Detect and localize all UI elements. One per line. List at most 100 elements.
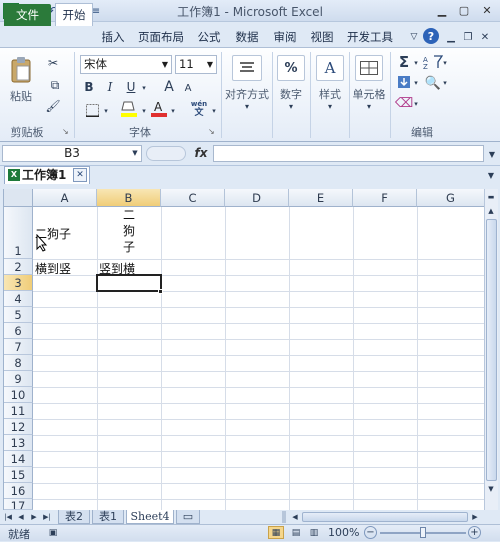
row-header-10[interactable]: 10 xyxy=(4,387,33,403)
border-icon[interactable] xyxy=(84,102,100,118)
italic-button[interactable]: I xyxy=(103,79,117,95)
border-dropdown-icon[interactable]: ▾ xyxy=(102,105,110,117)
col-header-g[interactable]: G xyxy=(417,189,484,207)
tab-data[interactable]: 数据 xyxy=(232,28,262,46)
vertical-scroll-thumb[interactable] xyxy=(486,219,497,481)
cell-a2[interactable]: 横到竖 xyxy=(35,260,71,277)
zoom-level[interactable]: 100% xyxy=(328,526,359,539)
font-name-combo[interactable]: 宋体 ▼ xyxy=(80,55,172,74)
help-icon[interactable]: ? xyxy=(423,28,439,44)
copy-icon[interactable]: ⧉ xyxy=(44,77,66,93)
alignment-dropdown-icon[interactable]: ▾ xyxy=(240,101,254,111)
formula-input[interactable] xyxy=(213,145,484,162)
next-sheet-icon[interactable]: ▶ xyxy=(29,511,39,523)
insert-function-button[interactable]: fx xyxy=(190,145,212,162)
close-window-icon[interactable]: ✕ xyxy=(478,3,496,18)
scroll-left-icon[interactable]: ◀ xyxy=(290,511,300,523)
wb-close-icon[interactable]: ✕ xyxy=(478,30,492,44)
insert-sheet-icon[interactable]: ▭ xyxy=(176,510,200,524)
workbook-list-icon[interactable]: ▼ xyxy=(484,168,498,182)
tab-review[interactable]: 审阅 xyxy=(270,28,300,46)
alignment-icon[interactable] xyxy=(232,55,262,81)
row-header-6[interactable]: 6 xyxy=(4,323,33,339)
sort-dropdown-icon[interactable]: ▾ xyxy=(441,58,449,68)
number-dropdown-icon[interactable]: ▾ xyxy=(284,101,298,111)
name-box[interactable]: B3 xyxy=(2,145,142,162)
row-header-1[interactable]: 1 xyxy=(4,207,33,259)
font-size-combo[interactable]: 11 ▼ xyxy=(175,55,217,74)
row-header-5[interactable]: 5 xyxy=(4,307,33,323)
fill-dropdown-icon[interactable]: ▾ xyxy=(140,105,148,117)
row-header-4[interactable]: 4 xyxy=(4,291,33,307)
col-header-d[interactable]: D xyxy=(225,189,289,207)
col-header-c[interactable]: C xyxy=(161,189,225,207)
paste-icon[interactable] xyxy=(8,55,34,85)
font-color-icon[interactable]: A xyxy=(150,100,168,118)
tab-formulas[interactable]: 公式 xyxy=(194,28,224,46)
fill-dropdown-icon[interactable]: ▾ xyxy=(412,78,420,88)
sheet-tab-biao2[interactable]: 表2 xyxy=(58,510,90,524)
row-header-11[interactable]: 11 xyxy=(4,403,33,419)
tab-page-layout[interactable]: 页面布局 xyxy=(136,28,186,46)
tab-split-handle[interactable] xyxy=(282,511,286,523)
col-header-f[interactable]: F xyxy=(353,189,417,207)
last-sheet-icon[interactable]: ▶| xyxy=(42,511,52,523)
select-all-corner[interactable] xyxy=(4,189,33,207)
tab-home[interactable]: 开始 xyxy=(55,3,93,26)
macro-record-icon[interactable]: ▣ xyxy=(46,526,60,539)
fill-color-icon[interactable] xyxy=(120,100,138,118)
zoom-in-icon[interactable]: + xyxy=(468,526,481,539)
number-format-icon[interactable]: % xyxy=(277,55,305,81)
fill-icon[interactable] xyxy=(396,74,412,90)
prev-sheet-icon[interactable]: ◀ xyxy=(16,511,26,523)
col-header-a[interactable]: A xyxy=(33,189,97,207)
name-box-dropdown-icon[interactable]: ▼ xyxy=(130,147,140,159)
zoom-slider-thumb[interactable] xyxy=(420,527,426,538)
row-header-2[interactable]: 2 xyxy=(4,259,33,275)
format-painter-icon[interactable]: 🖌 xyxy=(44,98,62,114)
horizontal-scroll-thumb[interactable] xyxy=(302,512,468,522)
workbook-close-icon[interactable]: ✕ xyxy=(73,168,87,182)
font-color-dropdown-icon[interactable]: ▾ xyxy=(169,105,177,117)
zoom-out-icon[interactable]: − xyxy=(364,526,377,539)
sheet-tab-biao1[interactable]: 表1 xyxy=(92,510,124,524)
styles-icon[interactable]: A xyxy=(316,55,344,81)
formula-bar-expander[interactable] xyxy=(146,146,186,161)
minimize-icon[interactable]: ▁ xyxy=(433,3,451,18)
page-layout-view-icon[interactable]: ▤ xyxy=(288,526,304,539)
paste-button[interactable]: 粘贴 xyxy=(8,88,34,104)
number-button[interactable]: 数字 xyxy=(276,86,306,102)
row-header-13[interactable]: 13 xyxy=(4,435,33,451)
styles-dropdown-icon[interactable]: ▾ xyxy=(323,101,337,111)
col-header-b[interactable]: B xyxy=(97,189,161,207)
find-dropdown-icon[interactable]: ▾ xyxy=(441,78,449,88)
split-box-icon[interactable]: ▬ xyxy=(485,192,497,202)
underline-button[interactable]: U xyxy=(124,79,138,95)
sheet-tab-sheet4[interactable]: Sheet4 xyxy=(126,510,174,524)
font-launcher-icon[interactable]: ↘ xyxy=(208,127,215,136)
expand-formula-icon[interactable]: ▼ xyxy=(486,147,498,161)
autosum-dropdown-icon[interactable]: ▾ xyxy=(412,58,420,68)
cells-icon[interactable] xyxy=(355,55,383,81)
normal-view-icon[interactable]: ▦ xyxy=(268,526,284,539)
tab-file[interactable]: 文件 xyxy=(4,4,51,26)
alignment-button[interactable]: 对齐方式 xyxy=(224,86,270,102)
cells-dropdown-icon[interactable]: ▾ xyxy=(362,101,376,111)
underline-dropdown-icon[interactable]: ▾ xyxy=(140,82,148,94)
row-header-17[interactable]: 17 xyxy=(4,499,33,510)
clear-dropdown-icon[interactable]: ▾ xyxy=(412,99,420,109)
tab-developer[interactable]: 开发工具 xyxy=(345,28,395,46)
shrink-font-button[interactable]: A xyxy=(182,80,194,96)
clipboard-launcher-icon[interactable]: ↘ xyxy=(62,127,69,136)
tab-view[interactable]: 视图 xyxy=(307,28,337,46)
row-header-9[interactable]: 9 xyxy=(4,371,33,387)
cells-button[interactable]: 单元格 xyxy=(350,86,388,102)
grow-font-button[interactable]: A xyxy=(162,78,176,96)
collapse-ribbon-icon[interactable]: ▽ xyxy=(407,30,421,44)
active-cell-b3[interactable] xyxy=(96,274,162,292)
scroll-right-icon[interactable]: ▶ xyxy=(470,511,480,523)
phonetic-dropdown-icon[interactable]: ▾ xyxy=(210,105,218,117)
cell-b1[interactable]: 二 狗 子 xyxy=(121,207,137,255)
styles-button[interactable]: 样式 xyxy=(314,86,346,102)
page-break-view-icon[interactable]: ▥ xyxy=(306,526,322,539)
